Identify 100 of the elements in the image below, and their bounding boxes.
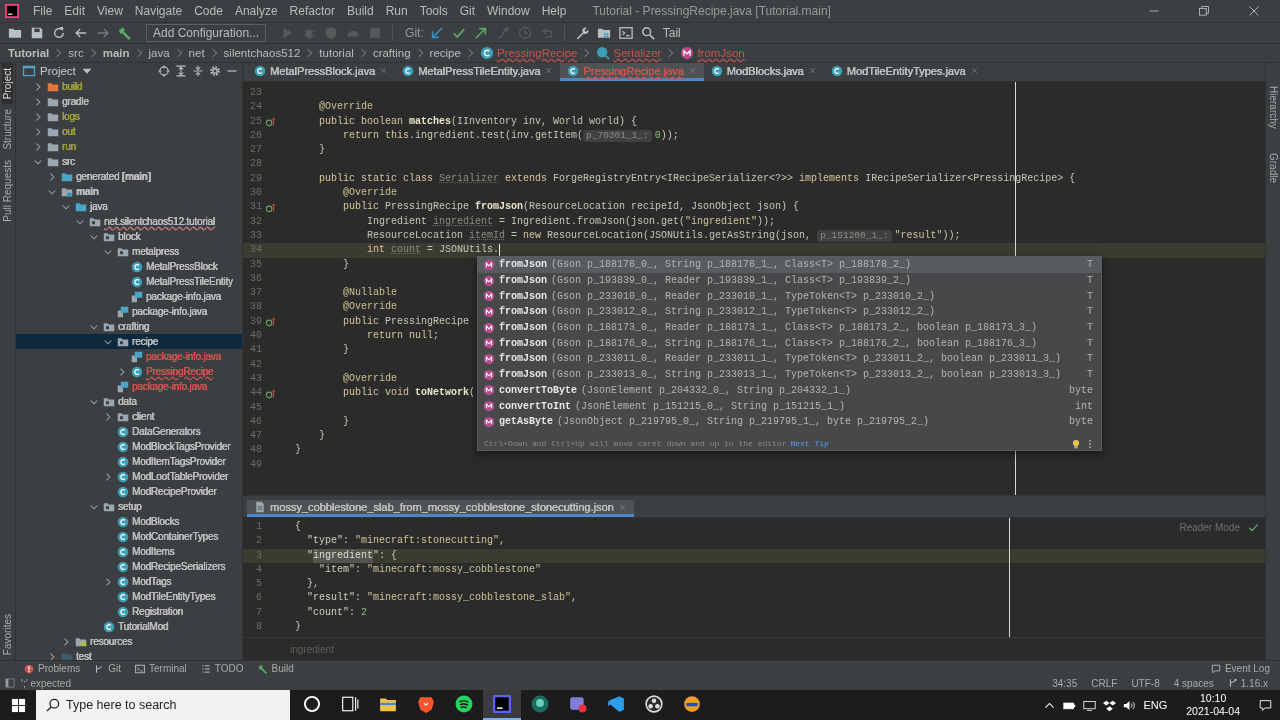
tree-item[interactable]: gradle — [16, 94, 242, 109]
language-indicator[interactable]: ENG — [1143, 699, 1168, 711]
tree-item[interactable]: build — [16, 79, 242, 94]
override-icon[interactable] — [265, 202, 276, 213]
menu-item[interactable]: Git — [453, 1, 481, 21]
tree-item[interactable]: PressingRecipe — [16, 364, 242, 379]
breadcrumb-item[interactable]: main — [102, 47, 130, 59]
status-item[interactable]: UTF-8 — [1131, 677, 1160, 689]
menu-item[interactable]: Window — [481, 1, 536, 21]
completion-item[interactable]: fromJson (Gson p_188173_0_, Reader p_188173_1_, Class<T> p_188173_2_, boolean p_188173_3_) T — [478, 319, 1101, 336]
editor-tab[interactable]: MetalPressBlock.java — [247, 63, 396, 81]
completion-item[interactable]: fromJson (Gson p_233010_0_, Reader p_233010_1_, TypeToken<T> p_233010_2_) T — [478, 288, 1101, 305]
status-item[interactable]: 34:35 — [1052, 677, 1078, 689]
completion-item[interactable]: fromJson (Gson p_233013_0_, String p_233013_1_, TypeToken<T> p_233013_2_, boolean p_233013_3_) T — [478, 366, 1101, 383]
terminal-button[interactable] — [616, 24, 635, 42]
side-tab[interactable]: Favorites — [2, 608, 13, 660]
tool-window-button[interactable]: Git — [94, 663, 122, 674]
close-icon[interactable] — [969, 66, 979, 75]
menu-item[interactable]: Tools — [413, 1, 454, 21]
breadcrumb-item[interactable]: recipe — [429, 47, 461, 59]
editor-tab[interactable]: MetalPressTileEntity.java — [395, 63, 561, 81]
editor-tab[interactable]: mossy_cobblestone_slab_from_mossy_cobblestone_stonecutting.json — [247, 500, 634, 517]
tree-item[interactable]: MetalPressTileEntity — [16, 274, 242, 289]
breadcrumb-item[interactable]: net — [188, 47, 205, 59]
close-icon[interactable] — [379, 66, 389, 75]
menu-item[interactable]: Refactor — [283, 1, 341, 21]
tree-item[interactable]: TutorialMod — [16, 619, 242, 634]
breadcrumb-item[interactable]: tutorial — [319, 47, 354, 59]
tool-window-button[interactable]: Build — [257, 663, 294, 674]
tree-item[interactable]: package-info.java — [16, 289, 242, 304]
tree-item[interactable]: ModTileEntityTypes — [16, 589, 242, 604]
tree-item[interactable]: ModContainerTypes — [16, 529, 242, 544]
tree-item[interactable]: ModItemTagsProvider — [16, 454, 242, 469]
tree-item[interactable]: src — [16, 154, 242, 169]
tree-item[interactable]: resources — [16, 634, 242, 649]
tree-item[interactable]: MetalPressBlock — [16, 259, 242, 274]
tree-item[interactable]: package-info.java — [16, 379, 242, 394]
run-configuration-button[interactable]: Add Configuration... — [146, 24, 267, 42]
completion-item[interactable]: convertToByte (JsonElement p_204332_0_, String p_204332_1_) byte — [478, 382, 1101, 399]
completion-item[interactable]: fromJson (Gson p_188178_0_, String p_188178_1_, Class<T> p_188178_2_) T — [478, 257, 1101, 273]
status-item[interactable]: 4 spaces — [1173, 677, 1214, 689]
override-icon[interactable] — [265, 116, 276, 128]
panel-title[interactable]: Project — [40, 65, 76, 77]
editor-tab[interactable]: ModTileEntityTypes.java — [823, 63, 986, 81]
tree-item[interactable]: ModTags — [16, 574, 242, 589]
panel-toggle-icon[interactable] — [5, 678, 15, 688]
completion-item[interactable]: fromJson (Gson p_193839_0_, Reader p_193839_1_, Class<T> p_193839_2_) T — [478, 272, 1101, 289]
tree-item[interactable]: package-info.java — [16, 304, 242, 319]
tree-item[interactable]: block — [16, 229, 242, 244]
menu-item[interactable]: View — [91, 1, 129, 21]
lightbulb-icon[interactable] — [1071, 438, 1081, 449]
side-tab[interactable]: Gradle — [1267, 147, 1279, 188]
tree-item[interactable]: run — [16, 139, 242, 154]
close-icon[interactable] — [1248, 5, 1260, 17]
completion-item[interactable]: convertToInt (JsonElement p_151215_0_, String p_151215_1_) int — [478, 398, 1101, 414]
tree-item[interactable]: generated [main] — [16, 169, 242, 184]
menu-item[interactable]: File — [27, 1, 59, 21]
tree-item[interactable]: ModRecipeProvider — [16, 484, 242, 499]
close-icon[interactable] — [544, 66, 554, 75]
menu-item[interactable]: Analyze — [228, 1, 284, 21]
clock-time[interactable]: 10:10 — [1200, 692, 1227, 705]
event-log-button[interactable]: Event Log — [1210, 663, 1270, 674]
restore-icon[interactable] — [1198, 5, 1210, 17]
side-tab[interactable]: Pull Requests — [2, 154, 13, 227]
completion-item[interactable]: fromJson (Gson p_233012_0_, String p_233012_1_, TypeToken<T> p_233012_2_) T — [478, 304, 1101, 320]
clock-date[interactable]: 2021-04-04 — [1186, 705, 1240, 718]
editor-tab[interactable]: ModBlocks.java — [703, 63, 824, 81]
breadcrumb-item[interactable]: Tutorial — [8, 47, 50, 59]
locate-icon[interactable] — [158, 65, 170, 77]
breadcrumb-item[interactable]: java — [148, 47, 170, 59]
tree-item[interactable]: logs — [16, 109, 242, 124]
status-item[interactable]: CRLF — [1091, 677, 1118, 689]
menu-item[interactable]: Build — [340, 1, 380, 21]
tree-item[interactable]: setup — [16, 499, 242, 514]
tree-item[interactable]: net.silentchaos512.tutorial — [16, 214, 242, 229]
completion-item[interactable]: fromJson (Gson p_188176_0_, String p_188176_1_, Class<T> p_188176_2_, boolean p_188176_3_) T — [478, 335, 1101, 352]
tree-item[interactable]: main — [16, 184, 242, 199]
menu-item[interactable]: Edit — [58, 1, 92, 21]
expand-all-icon[interactable] — [175, 65, 187, 77]
side-tab[interactable]: Project — [2, 63, 13, 105]
completion-item[interactable]: fromJson (Gson p_233011_0_, Reader p_233011_1_, TypeToken<T> p_233011_2_, boolean p_233011_3_) T — [478, 351, 1101, 367]
tree-item[interactable]: out — [16, 124, 242, 139]
side-tab[interactable]: Structure — [2, 104, 13, 155]
tool-window-button[interactable]: Terminal — [135, 663, 187, 674]
tree-item[interactable]: ModBlockTagsProvider — [16, 439, 242, 454]
settings-icon[interactable] — [209, 65, 221, 77]
breadcrumb-item[interactable]: src — [68, 47, 84, 59]
tree-item[interactable]: ModRecipeSerializers — [16, 559, 242, 574]
collapse-all-icon[interactable] — [192, 65, 204, 77]
breadcrumb-item[interactable]: silentchaos512 — [223, 47, 301, 59]
menu-item[interactable]: Navigate — [128, 1, 189, 21]
monitor-icon[interactable] — [1083, 698, 1097, 712]
tree-item[interactable]: DataGenerators — [16, 424, 242, 439]
override-icon[interactable] — [265, 316, 276, 328]
tree-item[interactable]: ModItems — [16, 544, 242, 559]
box-icon[interactable] — [1103, 698, 1117, 712]
tree-item[interactable]: data — [16, 394, 242, 409]
tree-item[interactable]: ModBlocks — [16, 514, 242, 529]
tree-item[interactable]: java — [16, 199, 242, 214]
tool-window-button[interactable]: Problems — [24, 663, 81, 674]
